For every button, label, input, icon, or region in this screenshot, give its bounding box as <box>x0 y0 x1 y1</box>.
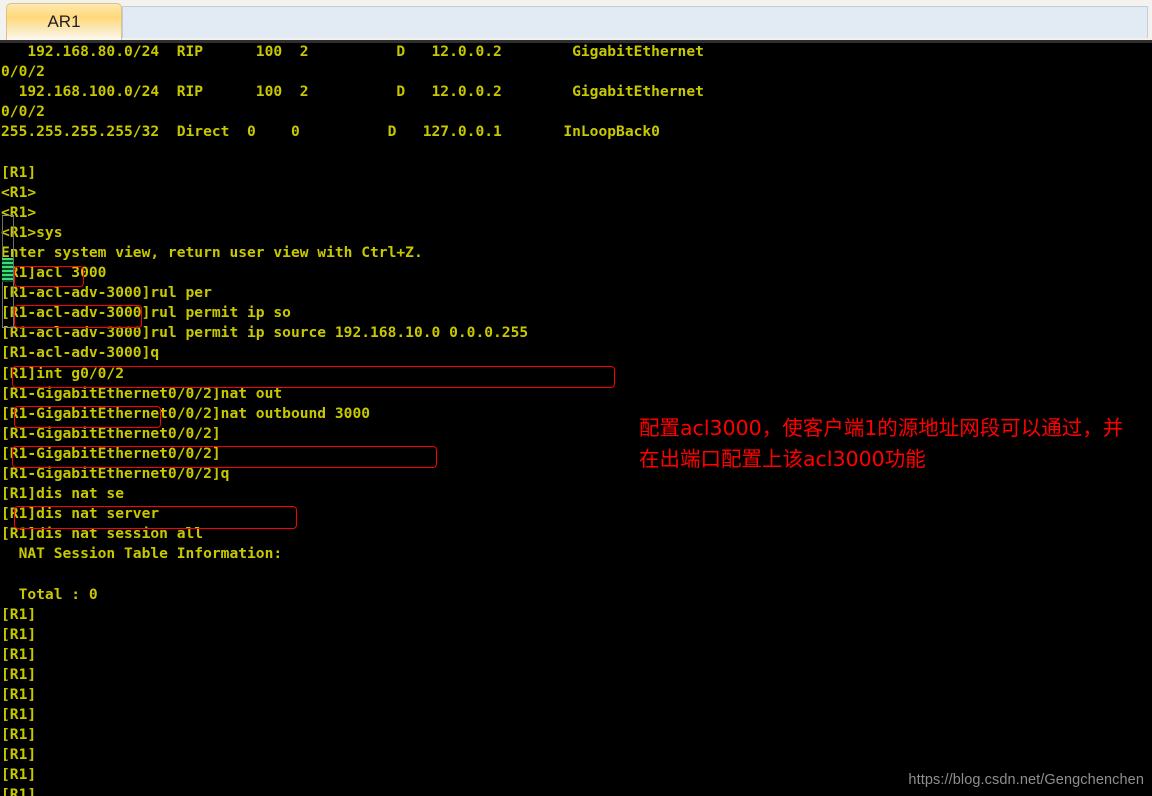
console-line: 192.168.100.0/24 RIP 100 2 D 12.0.0.2 Gi… <box>1 83 704 101</box>
console-line: [R1-acl-adv-3000]q <box>1 344 160 362</box>
console-line: [R1] <box>1 645 37 663</box>
tab-ar1[interactable]: AR1 <box>6 3 122 40</box>
console-line: <R1>sys <box>1 223 63 241</box>
console-line: [R1] <box>1 706 37 724</box>
terminal-console[interactable]: 192.168.80.0/24 RIP 100 2 D 12.0.0.2 Gig… <box>0 40 1152 796</box>
console-line: [R1] <box>1 665 37 683</box>
vertical-scrollbar-thumb[interactable] <box>2 258 13 282</box>
watermark-url: https://blog.csdn.net/Gengchenchen <box>908 772 1144 788</box>
console-line: [R1]dis nat server <box>1 505 160 523</box>
console-line: NAT Session Table Information: <box>1 545 283 563</box>
console-line: [R1] <box>1 686 37 703</box>
console-line: 0/0/2 <box>1 63 45 81</box>
tab-strip-empty-area <box>122 6 1148 38</box>
vertical-scrollbar-track-top-cap <box>2 215 14 216</box>
tab-strip: AR1 <box>0 0 1152 40</box>
annotation-note: 配置acl3000，使客户端1的源地址网段可以通过，并在出端口配置上该acl30… <box>639 416 1124 471</box>
console-line: [R1-GigabitEthernet0/0/2]nat out <box>1 384 283 402</box>
console-line: [R1] <box>1 163 37 181</box>
console-window: AR1 192.168.80.0/24 RIP 100 2 D 12.0.0.2… <box>0 0 1152 796</box>
console-line: [R1]acl 3000 <box>1 264 107 282</box>
console-line: 192.168.80.0/24 RIP 100 2 D 12.0.0.2 Gig… <box>1 43 704 60</box>
console-line: [R1-acl-adv-3000]rul per <box>1 284 212 302</box>
console-line: [R1] <box>1 605 37 623</box>
console-line: Total : 0 <box>1 585 98 603</box>
console-line: [R1] <box>1 625 37 643</box>
vertical-scrollbar-track-bottom-cap <box>2 327 14 328</box>
console-line: [R1] <box>1 746 37 764</box>
console-line: [R1]dis nat se <box>1 485 125 503</box>
console-line: [R1]dis nat session all <box>1 525 204 543</box>
console-line: [R1-acl-adv-3000]rul permit ip source 19… <box>1 324 529 342</box>
console-line: [R1]int g0/0/2 <box>1 364 125 382</box>
console-line: [R1-acl-adv-3000]rul permit ip so <box>1 304 291 322</box>
console-line: 255.255.255.255/32 Direct 0 0 D 127.0.0.… <box>1 123 660 141</box>
console-line: 0/0/2 <box>1 103 45 121</box>
tab-ar1-label: AR1 <box>47 12 81 31</box>
console-line: Enter system view, return user view with… <box>1 243 423 261</box>
console-line: <R1> <box>1 183 37 201</box>
console-line: <R1> <box>1 203 37 221</box>
console-line: [R1] <box>1 726 37 744</box>
